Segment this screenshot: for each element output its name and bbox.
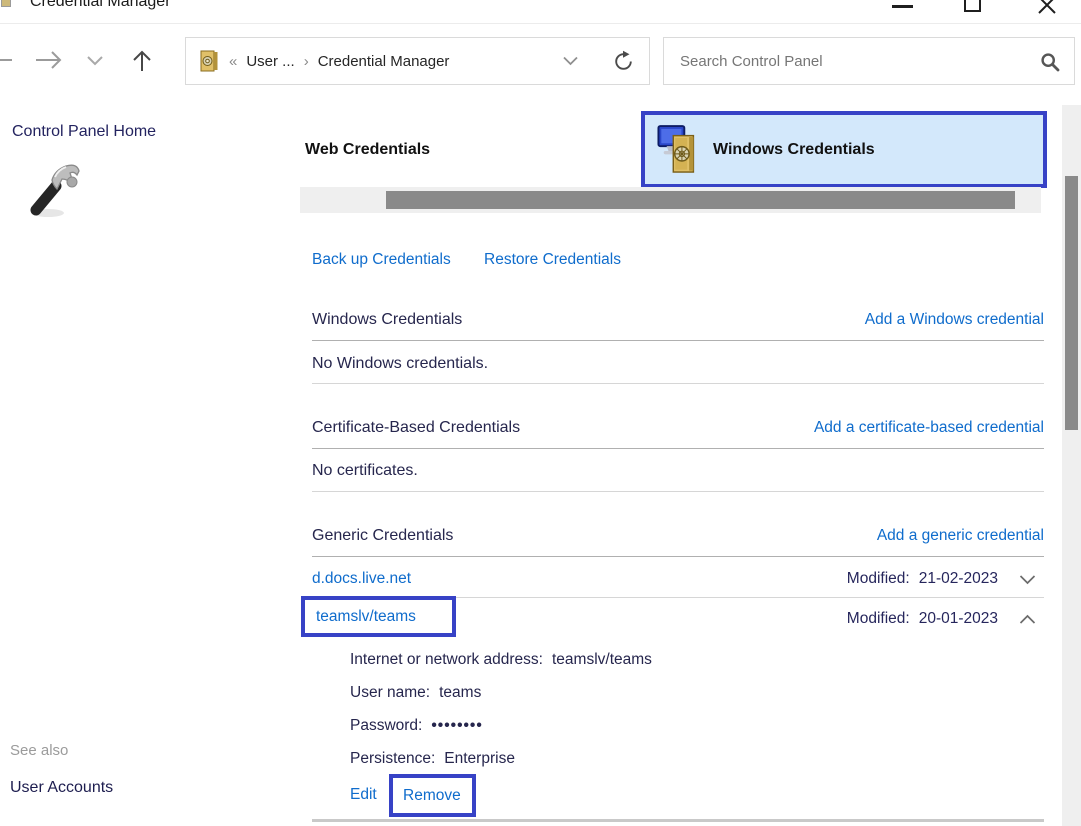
app-icon <box>1 0 11 7</box>
modified-label: Modified: <box>847 610 910 628</box>
detail-value: teams <box>439 684 481 701</box>
up-button[interactable] <box>130 49 154 73</box>
tab-windows-credentials[interactable]: Windows Credentials <box>641 111 1047 188</box>
breadcrumb-prefix: « <box>229 53 237 70</box>
chevron-up-icon <box>1019 614 1036 625</box>
detail-label: User name: <box>350 684 430 701</box>
modified-date: 20-01-2023 <box>919 610 998 628</box>
refresh-button[interactable] <box>612 50 635 73</box>
tab-windows-credentials-label: Windows Credentials <box>713 141 875 159</box>
separator <box>312 448 1044 449</box>
backup-credentials-link[interactable]: Back up Credentials <box>312 251 451 269</box>
detail-label: Password: <box>350 717 422 734</box>
detail-value: teamslv/teams <box>552 651 652 668</box>
detail-value-password-dots: •••••••• <box>431 717 482 734</box>
search-input[interactable] <box>664 38 1074 84</box>
window-title: Credential Manager <box>30 0 171 11</box>
back-button[interactable] <box>0 49 14 71</box>
credential-modified: Modified: 20-01-2023 <box>847 610 1044 628</box>
credential-name-link[interactable]: d.docs.live.net <box>312 570 411 588</box>
separator <box>312 556 1044 557</box>
detail-value: Enterprise <box>444 750 515 767</box>
credential-modified: Modified: 21-02-2023 <box>847 570 1044 588</box>
breadcrumb-current[interactable]: Credential Manager <box>318 53 450 70</box>
section-certificate-credentials-header: Certificate-Based Credentials Add a cert… <box>312 419 1044 437</box>
tab-web-credentials[interactable]: Web Credentials <box>305 141 430 159</box>
detail-password: Password: •••••••• <box>350 717 483 735</box>
address-bar[interactable]: « User ... › Credential Manager <box>185 37 650 85</box>
close-icon <box>1037 0 1057 15</box>
section-windows-credentials-header: Windows Credentials Add a Windows creden… <box>312 311 1044 329</box>
add-certificate-credential-link[interactable]: Add a certificate-based credential <box>814 419 1044 437</box>
hammer-cursor-icon <box>24 158 84 220</box>
windows-credentials-icon <box>657 124 703 176</box>
restore-credentials-link[interactable]: Restore Credentials <box>484 251 621 269</box>
separator <box>312 383 1044 384</box>
expand-row-button[interactable] <box>1019 574 1036 585</box>
vertical-scrollbar[interactable] <box>1062 105 1081 826</box>
minimize-button[interactable] <box>880 0 926 24</box>
no-certificates-text: No certificates. <box>312 462 418 480</box>
titlebar: Credential Manager <box>0 0 1081 24</box>
section-title: Certificate-Based Credentials <box>312 419 520 437</box>
remove-credential-link[interactable]: Remove <box>403 787 461 805</box>
separator <box>312 819 1044 822</box>
separator <box>312 340 1044 341</box>
detail-address: Internet or network address: teamslv/team… <box>350 651 652 669</box>
separator <box>312 491 1044 492</box>
detail-label: Persistence: <box>350 750 435 767</box>
see-also-label: See also <box>10 742 68 759</box>
close-button[interactable] <box>1025 0 1071 24</box>
credential-manager-icon <box>198 50 220 72</box>
modified-date: 21-02-2023 <box>919 570 998 588</box>
section-generic-credentials-header: Generic Credentials Add a generic creden… <box>312 527 1044 545</box>
forward-button[interactable] <box>34 49 64 71</box>
search-box <box>663 37 1075 85</box>
sidebar-item-control-panel-home[interactable]: Control Panel Home <box>12 123 156 141</box>
detail-persistence: Persistence: Enterprise <box>350 750 515 768</box>
section-title: Generic Credentials <box>312 527 453 545</box>
breadcrumb-separator: › <box>304 53 309 70</box>
annotation-box-remove: Remove <box>389 774 476 817</box>
modified-label: Modified: <box>847 570 910 588</box>
breadcrumb-root[interactable]: User ... <box>246 53 294 70</box>
chevron-down-icon <box>1019 574 1036 585</box>
add-windows-credential-link[interactable]: Add a Windows credential <box>865 311 1044 329</box>
collapse-row-button[interactable] <box>1019 614 1036 625</box>
no-windows-credentials-text: No Windows credentials. <box>312 355 488 373</box>
minimize-icon <box>892 5 913 8</box>
edit-credential-link[interactable]: Edit <box>350 786 377 804</box>
address-dropdown-chevron-icon[interactable] <box>562 56 579 66</box>
maximize-icon <box>964 0 981 12</box>
detail-username: User name: teams <box>350 684 481 702</box>
annotation-box-teamslv: teamslv/teams <box>301 596 456 637</box>
section-title: Windows Credentials <box>312 311 462 329</box>
sidebar-item-user-accounts[interactable]: User Accounts <box>10 779 113 797</box>
credential-row-ddocslivenet: d.docs.live.net Modified: 21-02-2023 <box>312 566 1044 592</box>
add-generic-credential-link[interactable]: Add a generic credential <box>877 527 1044 545</box>
horizontal-scrollbar-thumb[interactable] <box>386 191 1015 209</box>
horizontal-scrollbar[interactable] <box>300 187 1041 213</box>
credential-name-link-teamslv[interactable]: teamslv/teams <box>316 608 416 626</box>
navigation-bar: « User ... › Credential Manager <box>0 25 1081 95</box>
search-icon <box>1040 52 1060 72</box>
vertical-scrollbar-thumb[interactable] <box>1065 176 1078 430</box>
detail-label: Internet or network address: <box>350 651 543 668</box>
recent-pages-chevron-icon[interactable] <box>86 55 104 66</box>
maximize-button[interactable] <box>950 0 996 24</box>
